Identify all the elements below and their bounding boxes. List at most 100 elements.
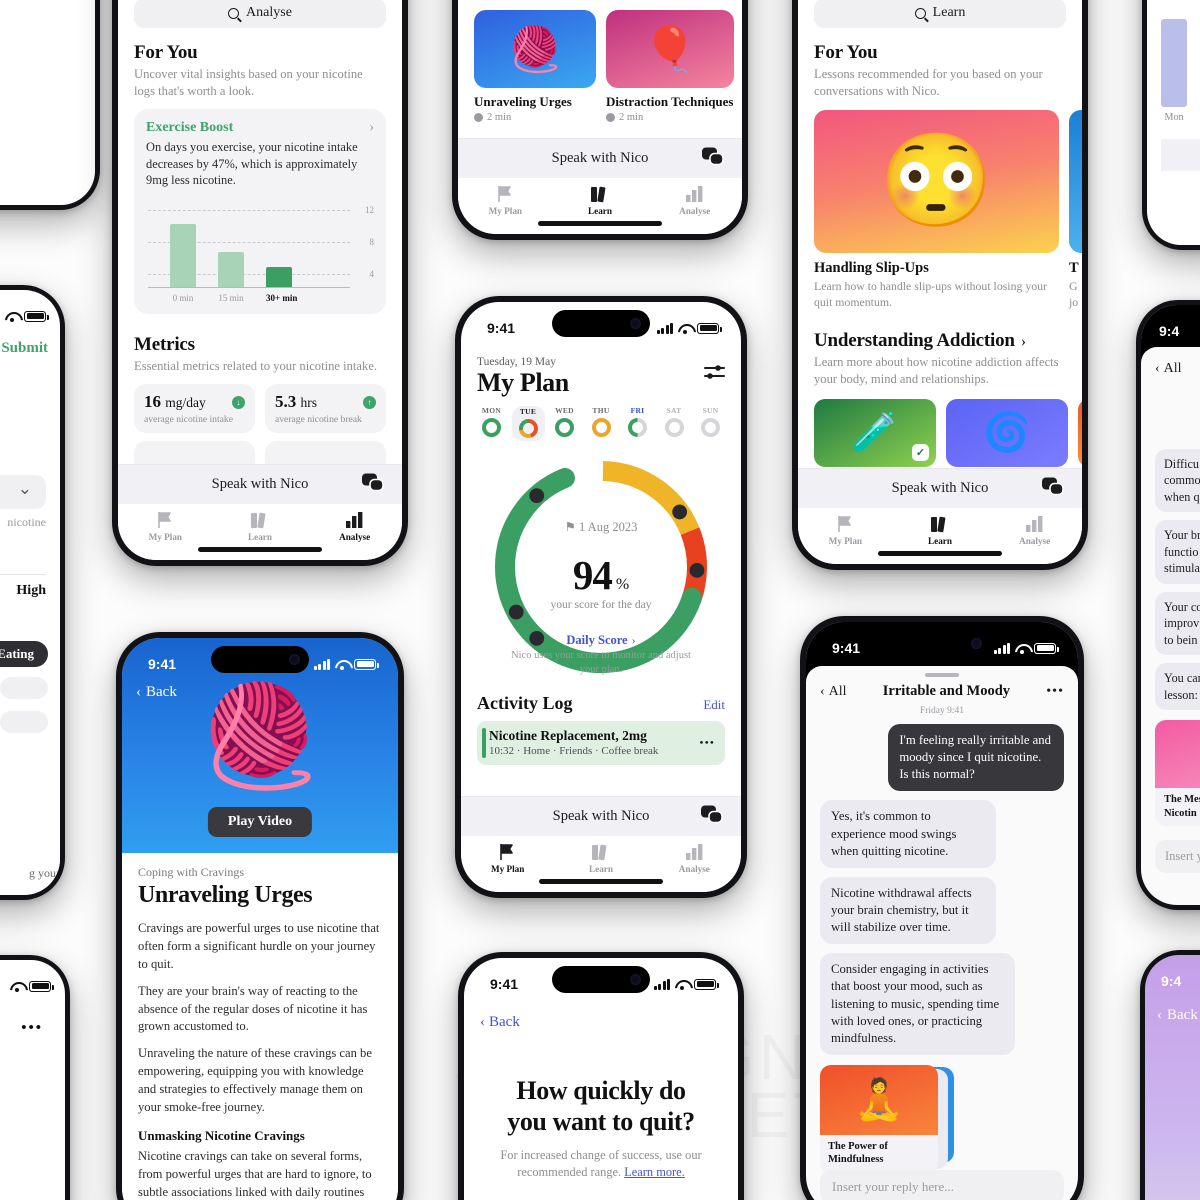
- tile-partial[interactable]: [1078, 398, 1082, 467]
- tab-my-plan[interactable]: My Plan: [475, 185, 535, 216]
- search-learn[interactable]: Learn: [814, 0, 1066, 28]
- back-button[interactable]: ‹ Back: [136, 684, 177, 701]
- tile-spiral[interactable]: 🌀: [946, 398, 1068, 467]
- status-bar-accent: [482, 727, 486, 758]
- phone-learn[interactable]: Learn For You Lessons recommended for yo…: [792, 0, 1088, 570]
- status-time: 9:4: [1161, 973, 1182, 989]
- wifi-icon: [675, 979, 689, 990]
- lesson-title-line1: The Mes: [1164, 794, 1200, 806]
- daily-score-link[interactable]: Daily Score: [566, 633, 627, 647]
- activity-more-icon[interactable]: •••: [699, 735, 715, 750]
- chip-placeholder[interactable]: [0, 677, 48, 699]
- learn-more-link[interactable]: Learn more.: [624, 1165, 685, 1179]
- eating-chip[interactable]: Eating: [0, 641, 48, 667]
- reply-input[interactable]: Insert y: [1155, 840, 1200, 874]
- weekday-strip[interactable]: MON TUE WED THU FRI SAT SUN: [461, 398, 741, 441]
- activity-log-item[interactable]: Nicotine Replacement, 2mg 10:32 · Home ·…: [477, 720, 725, 765]
- tab-label: My Plan: [828, 536, 863, 546]
- phone-learn-top[interactable]: 🧶 Unraveling Urges 2 min 🎈 Distraction T…: [452, 0, 748, 240]
- phone-quit-speed[interactable]: 9:41 ‹ Back How quickly do you want to q…: [458, 952, 744, 1200]
- tab-learn[interactable]: Learn: [910, 515, 970, 546]
- edge-phone-left-top[interactable]: s your days ago l uit in... days ago r d…: [0, 0, 100, 210]
- article-paragraph: Unraveling the nature of these cravings …: [138, 1046, 372, 1114]
- tab-my-plan[interactable]: My Plan: [815, 515, 875, 546]
- phone-analyse[interactable]: Analyse For You Uncover vital insights b…: [112, 0, 408, 566]
- insight-card-exercise-boost[interactable]: › Exercise Boost On days you exercise, y…: [134, 109, 386, 314]
- quit-question-title: How quickly do you want to quit?: [507, 1076, 695, 1137]
- phone-my-plan[interactable]: 9:41 Tuesday, 19 May My Plan MON TUE WED…: [455, 296, 747, 898]
- chat-lesson-card[interactable]: The Mes Nicotin: [1155, 720, 1200, 827]
- edge-phone-right-bottom[interactable]: 9:4 ‹ Back: [1140, 950, 1200, 1200]
- back-label: Back: [489, 1014, 520, 1030]
- lesson-card-unraveling-urges[interactable]: 🧶 Unraveling Urges 2 min: [474, 10, 596, 123]
- phone-article[interactable]: 🧶 Play Video 9:41 ‹ Back Coping with Cra…: [116, 632, 404, 1200]
- reply-input[interactable]: Insert your reply here...: [820, 1170, 1064, 1200]
- for-you-subtitle: Lessons recommended for you based on you…: [814, 67, 1043, 98]
- speak-with-nico-bar[interactable]: Speak with Nico: [461, 796, 741, 836]
- chat-bubbles-icon[interactable]: [702, 147, 724, 170]
- weekday-wed[interactable]: WED: [548, 406, 581, 441]
- weekday-tue[interactable]: TUE: [511, 405, 545, 441]
- tab-analyse[interactable]: Analyse: [325, 511, 385, 542]
- lesson-card-distraction-techniques[interactable]: 🎈 Distraction Techniques 2 min: [606, 10, 734, 123]
- tile-test-tube[interactable]: 🧪 ✓: [814, 398, 936, 467]
- chat-message-bot: Nicotine withdrawal affects your brain c…: [820, 876, 996, 945]
- metric-card-intake[interactable]: ↓ 16 mg/day average nicotine intake: [134, 384, 255, 434]
- edit-button[interactable]: Edit: [703, 697, 725, 713]
- lesson-title: Unraveling Urges: [474, 94, 572, 109]
- lesson-card-handling-slip-ups[interactable]: 😳 Handling Slip-Ups Learn how to handle …: [814, 110, 1059, 310]
- weekday-sun[interactable]: SUN: [694, 406, 727, 441]
- back-button[interactable]: ‹ All: [820, 684, 847, 700]
- weekday-ring: [518, 418, 538, 438]
- back-button[interactable]: ‹ Back: [1157, 1007, 1198, 1024]
- edge-phone-left-mid[interactable]: Submit ⌄ nicotine High Eating g your: [0, 285, 65, 900]
- edge-phone-left-bottom[interactable]: •••: [0, 955, 70, 1200]
- speak-with-nico-bar[interactable]: Speak with Nico: [458, 138, 742, 178]
- check-icon: ✓: [912, 443, 929, 461]
- chip-placeholder[interactable]: [0, 711, 48, 733]
- dropdown-select[interactable]: ⌄: [0, 475, 46, 509]
- chat-bubbles-icon[interactable]: [701, 805, 723, 828]
- chat-lesson-card[interactable]: 🧘 The Power of Mindfulness: [820, 1064, 954, 1174]
- tab-analyse[interactable]: Analyse: [665, 185, 725, 216]
- daily-score-gauge[interactable]: ⚑ 1 Aug 2023 94 % your score for the day…: [489, 455, 713, 681]
- weekday-thu[interactable]: THU: [585, 406, 618, 441]
- search-analyse[interactable]: Analyse: [134, 0, 386, 28]
- chat-bubbles-icon[interactable]: [1042, 477, 1064, 500]
- sliders-icon[interactable]: [704, 364, 725, 385]
- metrics-subtitle: Essential metrics related to your nicoti…: [134, 358, 378, 373]
- back-button[interactable]: ‹ All: [1155, 361, 1200, 377]
- battery-icon: [1034, 642, 1059, 654]
- speak-with-nico-bar[interactable]: Speak with Nico: [798, 468, 1082, 508]
- score-percent: %: [615, 575, 630, 593]
- tab-my-plan[interactable]: My Plan: [478, 843, 538, 874]
- ellipsis-icon[interactable]: •••: [0, 1004, 65, 1037]
- weekday-mon[interactable]: MON: [475, 406, 508, 441]
- lesson-card-partial[interactable]: T G jo: [1069, 110, 1082, 310]
- chevron-right-icon[interactable]: ›: [632, 633, 636, 647]
- for-you-title: For You: [814, 42, 878, 63]
- test-tube-icon: 🧪: [851, 411, 899, 454]
- ellipsis-icon[interactable]: •••: [1046, 684, 1064, 700]
- tab-learn[interactable]: Learn: [570, 185, 630, 216]
- metric-card-break[interactable]: ↑ 5.3 hrs average nicotine break: [265, 384, 386, 434]
- chevron-right-icon[interactable]: ›: [1021, 333, 1026, 351]
- chat-message-bot: Your co improv to bein: [1155, 591, 1200, 656]
- tab-analyse[interactable]: Analyse: [1005, 515, 1065, 546]
- tab-learn[interactable]: Learn: [571, 843, 631, 874]
- weekday-fri[interactable]: FRI: [621, 406, 654, 441]
- weekday-sat[interactable]: SAT: [658, 406, 691, 441]
- tab-analyse[interactable]: Analyse: [664, 843, 724, 874]
- phone-chat[interactable]: 9:41 ‹ All Irritable and Moody ••• Frida…: [800, 616, 1084, 1200]
- chat-bubbles-icon[interactable]: [362, 473, 384, 496]
- submit-button[interactable]: Submit: [0, 332, 60, 357]
- speak-with-nico-bar[interactable]: Speak with Nico: [118, 464, 402, 504]
- play-video-button[interactable]: Play Video: [207, 807, 313, 837]
- tab-my-plan[interactable]: My Plan: [135, 511, 195, 542]
- edge-phone-right-chat[interactable]: 9:4 ‹ All Difficu commo when q Your br f…: [1136, 300, 1200, 910]
- edge-phone-right-top[interactable]: Mon T: [1142, 0, 1200, 250]
- for-you-title: For You: [134, 42, 198, 63]
- for-you-subtitle: Uncover vital insights based on your nic…: [134, 67, 363, 98]
- tab-learn[interactable]: Learn: [230, 511, 290, 542]
- back-button[interactable]: ‹ Back: [464, 1008, 738, 1031]
